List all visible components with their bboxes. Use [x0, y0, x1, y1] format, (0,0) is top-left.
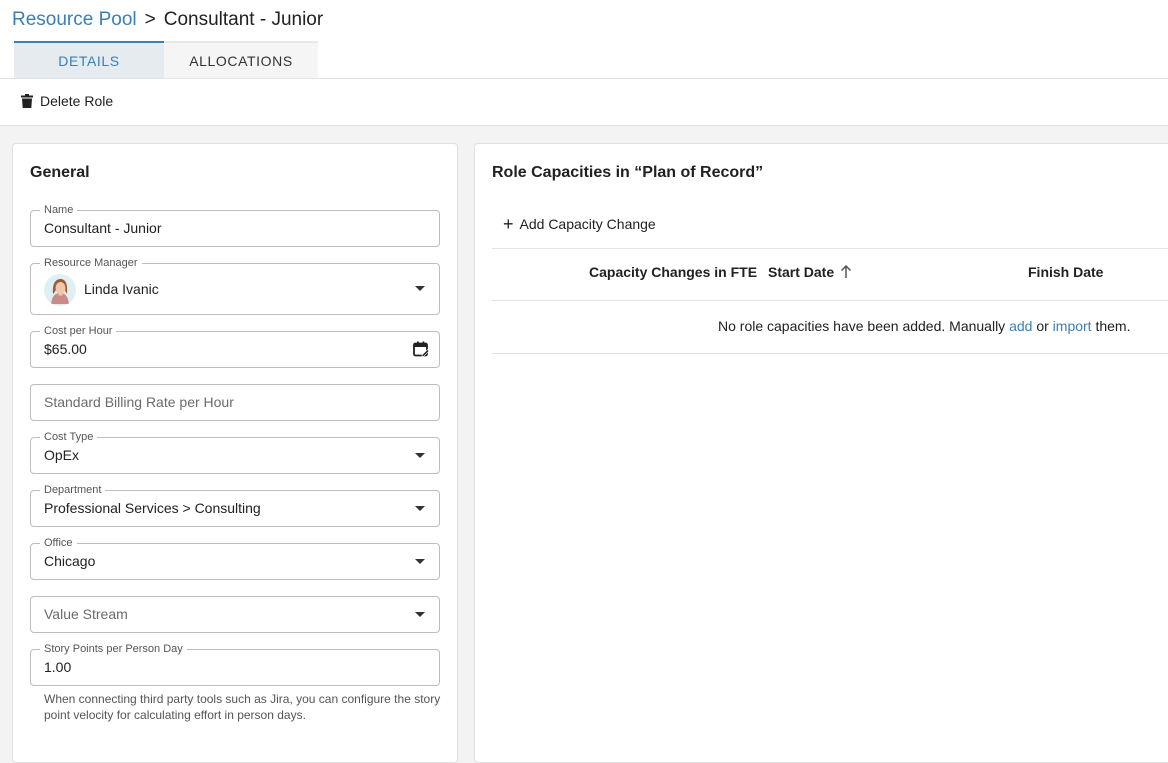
empty-state-middle: or [1032, 318, 1053, 334]
value-stream-placeholder: Value Stream [44, 606, 128, 622]
breadcrumb-resource-pool-link[interactable]: Resource Pool [12, 8, 137, 32]
add-capacity-change-button[interactable]: + Add Capacity Change [503, 214, 656, 234]
import-capacity-link[interactable]: import [1053, 318, 1092, 334]
tab-divider [0, 78, 1168, 79]
empty-state-suffix: them. [1091, 318, 1131, 334]
office-value: Chicago [44, 553, 96, 569]
role-capacities-card: Role Capacities in “Plan of Record” + Ad… [474, 143, 1168, 763]
calendar-edit-icon[interactable] [413, 341, 429, 357]
start-date-header-label: Start Date [768, 264, 835, 280]
add-capacity-change-label: Add Capacity Change [519, 216, 656, 232]
table-header-divider [492, 300, 1168, 301]
chevron-down-icon [415, 453, 425, 458]
table-divider [492, 248, 1168, 249]
story-points-value: 1.00 [44, 659, 72, 675]
general-card: General Name Consultant - Junior Resourc… [12, 143, 458, 763]
story-points-helper-text: When connecting third party tools such a… [44, 692, 441, 722]
billing-rate-placeholder: Standard Billing Rate per Hour [44, 394, 234, 410]
trash-icon [21, 94, 33, 108]
delete-role-label: Delete Role [40, 93, 114, 109]
tab-details[interactable]: DETAILS [14, 41, 164, 78]
cost-per-hour-value: $65.00 [44, 341, 87, 357]
department-value: Professional Services > Consulting [44, 500, 261, 516]
column-header-finish-date[interactable]: Finish Date [1028, 264, 1103, 280]
breadcrumb: Resource Pool > Consultant - Junior [12, 8, 323, 32]
department-select[interactable]: Department Professional Services > Consu… [30, 483, 440, 527]
cost-per-hour-field[interactable]: Cost per Hour $65.00 [30, 324, 440, 368]
role-capacities-title: Role Capacities in “Plan of Record” [492, 164, 764, 181]
column-header-capacity-changes[interactable]: Capacity Changes in FTE [589, 264, 757, 280]
empty-state-prefix: No role capacities have been added. Manu… [718, 318, 1010, 334]
sort-ascending-icon [841, 265, 852, 278]
resource-manager-select[interactable]: Resource Manager Linda Ivanic [30, 256, 440, 315]
cost-type-value: OpEx [44, 447, 80, 463]
value-stream-select[interactable]: Value Stream [30, 596, 440, 633]
office-select[interactable]: Office Chicago [30, 536, 440, 580]
page-title: Consultant - Junior [163, 9, 324, 30]
resource-manager-value: Linda Ivanic [84, 281, 159, 297]
tab-bar: DETAILS ALLOCATIONS [14, 41, 318, 78]
tab-allocations[interactable]: ALLOCATIONS [164, 41, 318, 78]
billing-rate-field[interactable]: Standard Billing Rate per Hour [30, 384, 440, 421]
name-value: Consultant - Junior [44, 220, 162, 236]
column-header-start-date[interactable]: Start Date [768, 264, 852, 280]
add-capacity-link[interactable]: add [1009, 318, 1032, 334]
story-points-field[interactable]: Story Points per Person Day 1.00 [30, 642, 440, 686]
table-bottom-divider [492, 353, 1168, 354]
delete-role-button[interactable]: Delete Role [21, 90, 113, 112]
empty-state-message: No role capacities have been added. Manu… [718, 318, 1130, 334]
chevron-down-icon [415, 559, 425, 564]
page-header: Resource Pool > Consultant - Junior DETA… [0, 0, 1168, 126]
chevron-down-icon [415, 286, 425, 291]
chevron-down-icon [415, 506, 425, 511]
cost-type-select[interactable]: Cost Type OpEx [30, 430, 440, 474]
plus-icon: + [503, 214, 514, 234]
breadcrumb-separator: > [144, 9, 156, 30]
chevron-down-icon [415, 612, 425, 617]
avatar [44, 274, 76, 306]
general-title: General [30, 164, 90, 181]
name-field[interactable]: Name Consultant - Junior [30, 203, 440, 247]
